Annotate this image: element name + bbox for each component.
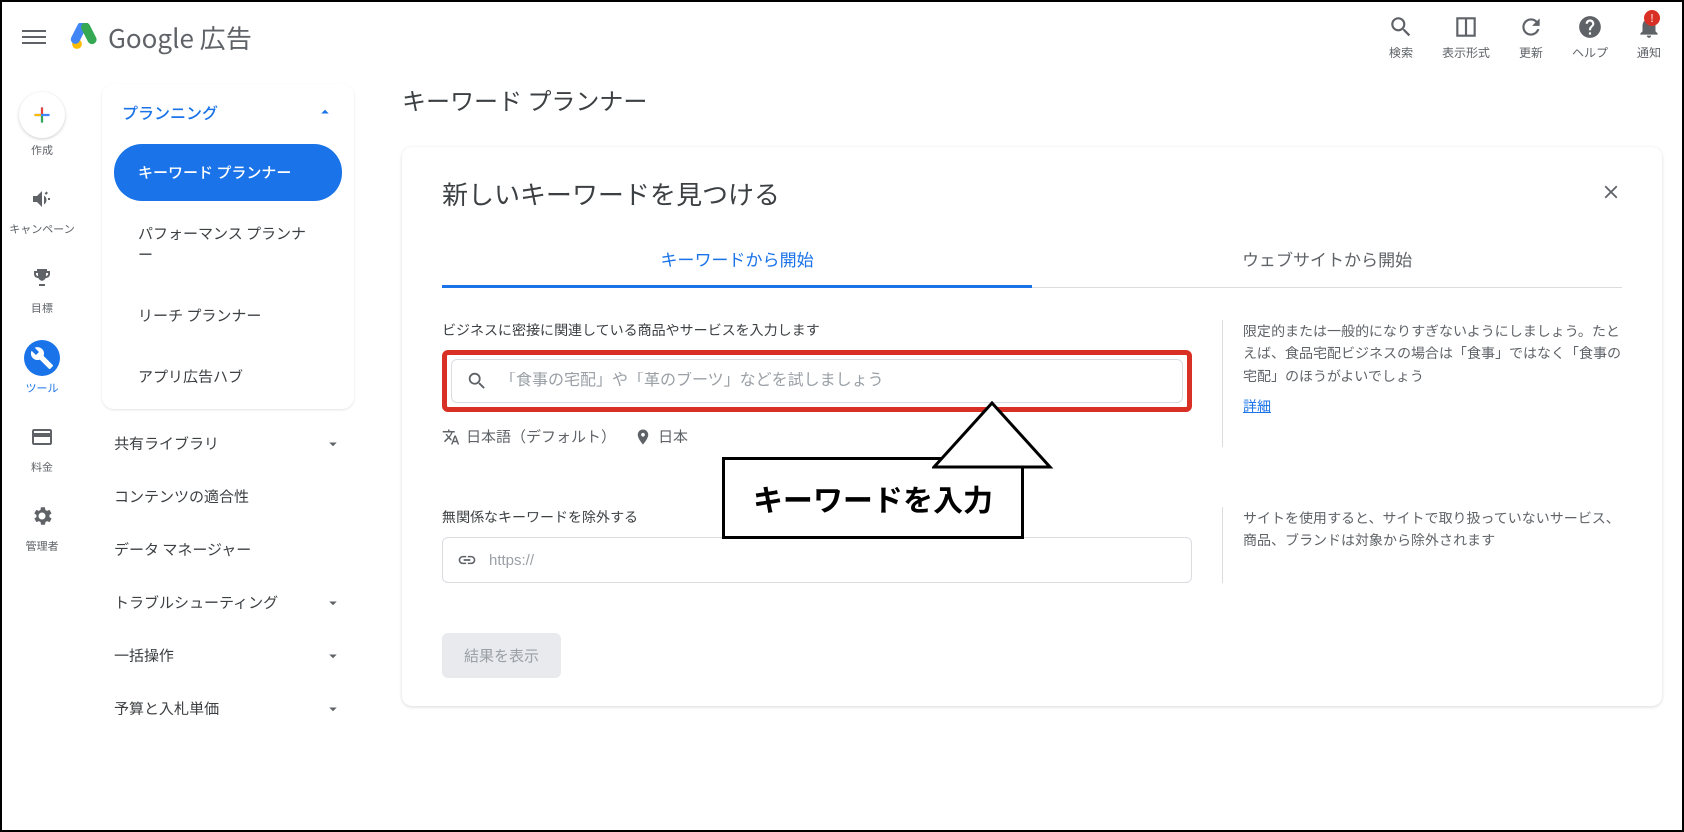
tab-start-with-website[interactable]: ウェブサイトから開始	[1032, 232, 1622, 288]
help-icon	[1577, 14, 1603, 40]
left-navigation-rail: 作成 キャンペーン 目標 ツール 料金 管理者	[2, 72, 82, 830]
callout-pointer	[932, 401, 1072, 471]
sidebar-content-suitability[interactable]: コンテンツの適合性	[82, 470, 362, 523]
sidebar-item-reach-planner[interactable]: リーチ プランナー	[114, 287, 342, 344]
logo-text: Google 広告	[108, 19, 252, 56]
sidebar-shared-library[interactable]: 共有ライブラリ	[82, 417, 362, 470]
rail-billing[interactable]: 料金	[24, 419, 60, 474]
close-button[interactable]	[1600, 175, 1622, 210]
url-input[interactable]	[489, 552, 1177, 569]
sidebar-item-performance-planner[interactable]: パフォーマンス プランナー	[114, 205, 342, 283]
location-icon	[634, 428, 652, 446]
search-icon	[1388, 14, 1414, 40]
rail-admin[interactable]: 管理者	[24, 498, 60, 553]
annotation-callout: キーワードを入力	[722, 457, 1024, 539]
refresh-button[interactable]: 更新	[1518, 14, 1544, 61]
megaphone-icon	[24, 181, 60, 217]
sidebar-item-app-ads-hub[interactable]: アプリ広告ハブ	[114, 348, 342, 405]
rail-tools[interactable]: ツール	[24, 340, 60, 395]
chevron-down-icon	[324, 435, 342, 453]
layout-icon	[1453, 14, 1479, 40]
link-icon	[457, 550, 477, 570]
chevron-down-icon	[324, 594, 342, 612]
help-button[interactable]: ヘルプ	[1572, 14, 1608, 61]
chevron-down-icon	[324, 700, 342, 718]
sidebar-data-manager[interactable]: データ マネージャー	[82, 523, 362, 576]
keyword-input[interactable]	[500, 372, 1168, 390]
rail-goals[interactable]: 目標	[24, 260, 60, 315]
app-header: Google 広告 検索 表示形式 更新 ヘルプ ! 通知	[2, 2, 1682, 72]
card-icon	[24, 419, 60, 455]
page-title: キーワード プランナー	[402, 82, 1662, 117]
notification-badge: !	[1644, 10, 1660, 26]
rail-create[interactable]: 作成	[19, 92, 65, 157]
search-button[interactable]: 検索	[1388, 14, 1414, 61]
tabs: キーワードから開始 ウェブサイトから開始	[442, 232, 1622, 288]
sidebar-item-keyword-planner[interactable]: キーワード プランナー	[114, 144, 342, 201]
translate-icon	[442, 428, 460, 446]
sidebar: プランニング キーワード プランナー パフォーマンス プランナー リーチ プラン…	[82, 72, 362, 830]
sidebar-budget-bidding[interactable]: 予算と入札単価	[82, 682, 362, 735]
card-title: 新しいキーワードを見つける	[442, 175, 780, 212]
hamburger-menu-icon[interactable]	[22, 25, 46, 49]
chevron-down-icon	[324, 647, 342, 665]
trophy-icon	[24, 260, 60, 296]
show-results-button[interactable]: 結果を表示	[442, 633, 561, 678]
keyword-section-label: ビジネスに密接に関連している商品やサービスを入力します	[442, 320, 1192, 340]
plus-icon	[19, 92, 65, 138]
detail-link[interactable]: 詳細	[1243, 395, 1271, 417]
sidebar-troubleshooting[interactable]: トラブルシューティング	[82, 576, 362, 629]
keyword-input-highlight	[442, 350, 1192, 412]
keyword-tip-text: 限定的または一般的になりすぎないようにしましょう。たとえば、食品宅配ビジネスの場…	[1243, 320, 1622, 387]
language-selector[interactable]: 日本語（デフォルト）	[442, 426, 616, 447]
refresh-icon	[1518, 14, 1544, 40]
google-ads-logo-icon	[70, 23, 98, 51]
chevron-up-icon	[316, 103, 334, 121]
sidebar-bulk-actions[interactable]: 一括操作	[82, 629, 362, 682]
tools-icon	[24, 340, 60, 376]
search-icon	[466, 370, 488, 392]
display-format-button[interactable]: 表示形式	[1442, 14, 1490, 61]
tab-start-with-keywords[interactable]: キーワードから開始	[442, 232, 1032, 288]
notifications-button[interactable]: ! 通知	[1636, 14, 1662, 61]
rail-campaign[interactable]: キャンペーン	[9, 181, 74, 236]
logo[interactable]: Google 広告	[70, 19, 252, 56]
gear-icon	[24, 498, 60, 534]
url-tip-text: サイトを使用すると、サイトで取り扱っていないサービス、商品、ブランドは対象から除…	[1243, 507, 1622, 552]
sidebar-planning-header[interactable]: プランニング	[102, 84, 354, 140]
close-icon	[1600, 181, 1622, 203]
location-selector[interactable]: 日本	[634, 426, 688, 447]
